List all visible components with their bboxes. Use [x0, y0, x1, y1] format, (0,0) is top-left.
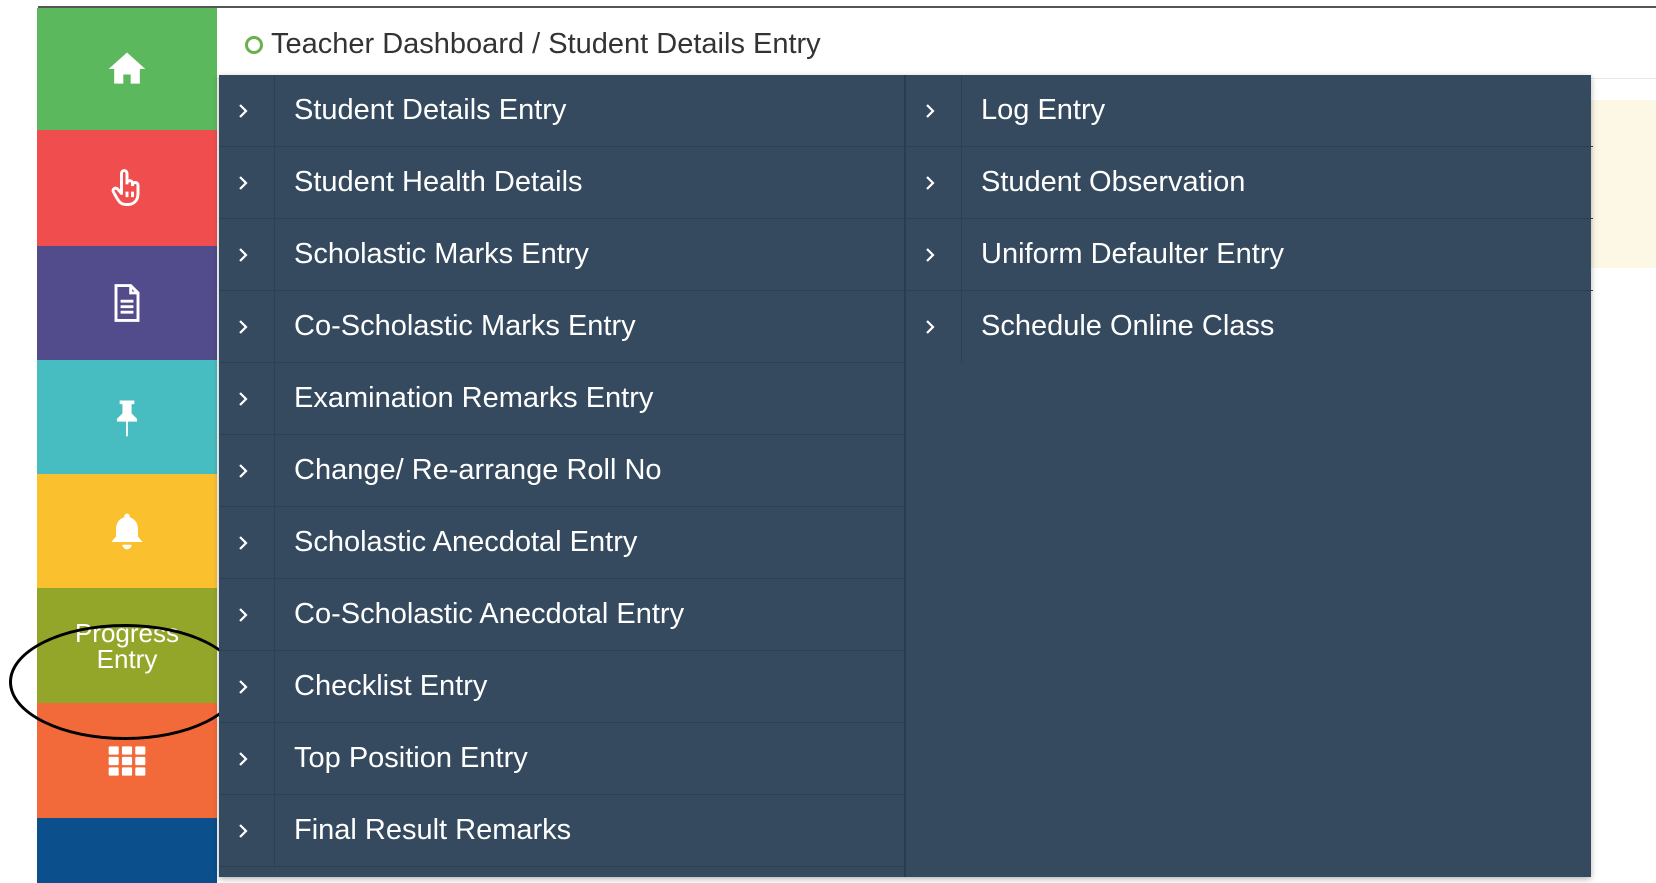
grid-icon: [108, 745, 146, 776]
menu-item-label: Checklist Entry: [294, 670, 488, 702]
menu-item-label: Uniform Defaulter Entry: [981, 238, 1284, 270]
menu-item-label: Co-Scholastic Marks Entry: [294, 310, 636, 342]
header: Teacher Dashboard / Student Details Entr…: [217, 8, 1656, 79]
document-tile[interactable]: [37, 246, 217, 360]
breadcrumb-text[interactable]: Teacher Dashboard / Student Details Entr…: [271, 28, 821, 61]
progress-entry-label-line2: Entry: [96, 643, 158, 674]
menu-item[interactable]: Scholastic Marks Entry: [219, 219, 904, 291]
blue-tile[interactable]: [37, 818, 217, 883]
chevron-right-icon: [235, 651, 259, 722]
chevron-right-icon: [235, 795, 259, 866]
menu-item[interactable]: Change/ Re-arrange Roll No: [219, 435, 904, 507]
chevron-right-icon: [235, 723, 259, 794]
chevron-right-icon: [235, 75, 259, 146]
chevron-right-icon: [235, 147, 259, 218]
chevron-right-icon: [235, 363, 259, 434]
chevron-right-icon: [235, 435, 259, 506]
menu-item-label: Scholastic Marks Entry: [294, 238, 589, 270]
menu-item-label: Student Health Details: [294, 166, 583, 198]
document-icon: [114, 284, 140, 322]
menu-item[interactable]: Checklist Entry: [219, 651, 904, 723]
bell-icon: [111, 513, 143, 550]
menu-item[interactable]: Student Details Entry: [219, 75, 904, 147]
menu-item-label: Top Position Entry: [294, 742, 528, 774]
chevron-right-icon: [922, 219, 946, 290]
progress-entry-mega-menu: Student Details Entry Student Health Det…: [219, 75, 1593, 877]
menu-item[interactable]: Student Observation: [906, 147, 1593, 219]
menu-item[interactable]: Co-Scholastic Anecdotal Entry: [219, 579, 904, 651]
chevron-right-icon: [922, 291, 946, 362]
circle-icon: [245, 35, 263, 54]
hand-pointer-tile[interactable]: [37, 130, 217, 246]
sidebar: Progress Entry: [37, 8, 217, 883]
menu-item-label: Examination Remarks Entry: [294, 382, 654, 414]
chevron-right-icon: [922, 75, 946, 146]
menu-item-label: Co-Scholastic Anecdotal Entry: [294, 598, 685, 630]
chevron-right-icon: [235, 219, 259, 290]
menu-item[interactable]: Final Result Remarks: [219, 795, 904, 867]
menu-item-label: Scholastic Anecdotal Entry: [294, 526, 638, 558]
alert-panel-edge: [1590, 100, 1656, 268]
menu-item[interactable]: Schedule Online Class: [906, 291, 1593, 362]
menu-item[interactable]: Co-Scholastic Marks Entry: [219, 291, 904, 363]
pin-tile[interactable]: [37, 360, 217, 474]
chevron-right-icon: [235, 507, 259, 578]
chevron-right-icon: [922, 147, 946, 218]
menu-item[interactable]: Uniform Defaulter Entry: [906, 219, 1593, 291]
menu-item[interactable]: Top Position Entry: [219, 723, 904, 795]
menu-column-1: Student Details Entry Student Health Det…: [219, 75, 904, 867]
notification-tile[interactable]: [37, 474, 217, 588]
progress-entry-tile[interactable]: Progress Entry: [37, 588, 217, 703]
menu-item[interactable]: Student Health Details: [219, 147, 904, 219]
home-icon: [108, 52, 146, 84]
menu-item-label: Log Entry: [981, 94, 1106, 126]
chevron-right-icon: [235, 579, 259, 650]
menu-item[interactable]: Examination Remarks Entry: [219, 363, 904, 435]
progress-entry-label-line1: Progress: [74, 617, 180, 648]
home-tile[interactable]: [37, 8, 217, 130]
chevron-right-icon: [235, 291, 259, 362]
breadcrumb: Teacher Dashboard / Student Details Entr…: [245, 28, 821, 61]
menu-column-2: Log Entry Student Observation Uniform De…: [904, 75, 1593, 877]
menu-item-label: Final Result Remarks: [294, 814, 572, 846]
hand-pointer-icon: [111, 169, 140, 206]
menu-item-label: Student Details Entry: [294, 94, 567, 126]
menu-item[interactable]: Log Entry: [906, 75, 1593, 147]
menu-item-label: Schedule Online Class: [981, 310, 1275, 342]
pushpin-icon: [116, 400, 138, 438]
apps-grid-tile[interactable]: [37, 703, 217, 818]
menu-item-label: Change/ Re-arrange Roll No: [294, 454, 662, 486]
menu-item-label: Student Observation: [981, 166, 1246, 198]
menu-item[interactable]: Scholastic Anecdotal Entry: [219, 507, 904, 579]
